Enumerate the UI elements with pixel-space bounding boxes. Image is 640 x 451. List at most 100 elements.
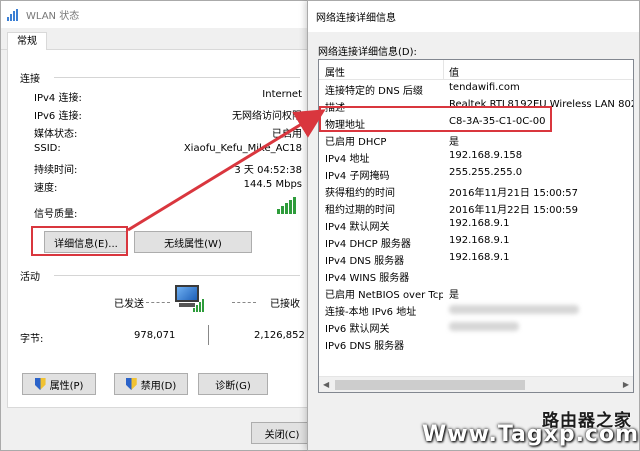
property-cell: IPv6 默认网关 xyxy=(325,324,390,335)
value-cell: 是 xyxy=(449,290,459,301)
row-label: 速度: xyxy=(34,183,58,194)
network-details-window: 网络连接详细信息 网络连接详细信息(D): 属性 值 连接特定的 DNS 后缀 … xyxy=(307,0,640,451)
row-value: 已启用 xyxy=(272,129,302,140)
shield-icon xyxy=(125,378,137,390)
row-speed: 速度: 144.5 Mbps xyxy=(34,179,302,195)
disable-button[interactable]: 禁用(D) xyxy=(114,373,188,395)
value-cell: 192.168.9.158 xyxy=(449,150,523,161)
row-media-state: 媒体状态: 已启用 xyxy=(34,125,302,141)
details-window-title: 网络连接详细信息 xyxy=(316,13,396,24)
wifi-icon xyxy=(7,8,21,21)
scrollbar-thumb[interactable] xyxy=(335,380,525,390)
sent-label: 已发送 xyxy=(114,299,144,310)
property-cell: IPv6 DNS 服务器 xyxy=(325,341,405,352)
divider xyxy=(208,325,209,345)
signal-strength-icon xyxy=(277,197,296,214)
value-cell: 255.255.255.0 xyxy=(449,167,523,178)
list-item[interactable]: 已启用 NetBIOS over Tcpip 是 xyxy=(319,284,633,301)
connection-group-label: 连接 xyxy=(20,74,40,85)
value-cell: 2016年11月21日 15:00:57 xyxy=(449,188,578,199)
list-item[interactable]: 已启用 DHCP 是 xyxy=(319,131,633,148)
value-cell: 192.168.9.1 xyxy=(449,218,510,229)
property-cell: 获得租约的时间 xyxy=(325,188,395,199)
dash-line xyxy=(146,302,170,303)
signal-label: 信号质量: xyxy=(34,209,78,220)
close-button[interactable]: 关闭(C) xyxy=(251,422,313,444)
column-header-property[interactable]: 属性 xyxy=(325,64,345,79)
scroll-right-arrow-icon[interactable]: ▶ xyxy=(623,380,629,389)
divider xyxy=(54,275,300,276)
wireless-properties-label: 无线属性(W) xyxy=(164,238,222,250)
row-label: SSID: xyxy=(34,143,61,154)
tab-strip: 常规 xyxy=(1,28,317,51)
property-cell: 已启用 DHCP xyxy=(325,137,387,148)
property-cell: 租约过期的时间 xyxy=(325,205,395,216)
watermark-bottom: Www.Tagxp.com xyxy=(422,422,640,447)
tab-general[interactable]: 常规 xyxy=(7,32,47,51)
property-cell: IPv4 地址 xyxy=(325,154,370,165)
horizontal-scrollbar[interactable]: ◀ ▶ xyxy=(319,376,633,392)
row-value: 3 天 04:52:38 xyxy=(234,165,302,176)
watermark: 路由器之家 Www.Tagxp.com xyxy=(418,406,640,448)
row-ipv6-connectivity: IPv6 连接: 无网络访问权限 xyxy=(34,107,302,123)
list-item[interactable]: 连接-本地 IPv6 地址 xyxy=(319,301,633,318)
divider xyxy=(54,77,300,78)
column-header-value[interactable]: 值 xyxy=(449,64,459,79)
row-ipv4-connectivity: IPv4 连接: Internet xyxy=(34,89,302,105)
property-cell: IPv4 默认网关 xyxy=(325,222,390,233)
property-cell: IPv4 DNS 服务器 xyxy=(325,256,405,267)
row-label: IPv6 连接: xyxy=(34,111,82,122)
list-item[interactable]: IPv4 DNS 服务器 192.168.9.1 xyxy=(319,250,633,267)
value-cell: 2016年11月22日 15:00:59 xyxy=(449,205,578,216)
bytes-label: 字节: xyxy=(20,334,44,345)
dash-line xyxy=(232,302,256,303)
scroll-left-arrow-icon[interactable]: ◀ xyxy=(323,380,329,389)
list-item[interactable]: 租约过期的时间 2016年11月22日 15:00:59 xyxy=(319,199,633,216)
property-cell: 连接特定的 DNS 后缀 xyxy=(325,86,423,97)
details-list-label: 网络连接详细信息(D): xyxy=(318,47,417,58)
disable-button-label: 禁用(D) xyxy=(140,380,177,392)
properties-button[interactable]: 属性(P) xyxy=(22,373,96,395)
property-cell: 连接-本地 IPv6 地址 xyxy=(325,307,417,318)
list-item[interactable]: 连接特定的 DNS 后缀 tendawifi.com xyxy=(319,80,633,97)
property-cell: IPv4 DHCP 服务器 xyxy=(325,239,411,250)
list-item[interactable]: IPv6 默认网关 xyxy=(319,318,633,335)
bytes-received: 2,126,852 xyxy=(254,330,305,341)
row-value: 144.5 Mbps xyxy=(243,179,302,190)
redacted-value xyxy=(449,322,519,331)
list-item[interactable]: IPv4 WINS 服务器 xyxy=(319,267,633,284)
row-label: 媒体状态: xyxy=(34,129,78,140)
value-cell: 是 xyxy=(449,137,459,148)
received-label: 已接收 xyxy=(270,299,300,310)
highlight-box-physical-address xyxy=(319,106,552,132)
status-titlebar: WLAN 状态 xyxy=(1,1,317,28)
row-ssid: SSID: Xiaofu_Kefu_Mike_AC18 xyxy=(34,143,302,159)
list-item[interactable]: IPv4 子网掩码 255.255.255.0 xyxy=(319,165,633,182)
value-cell: 192.168.9.1 xyxy=(449,235,510,246)
list-item[interactable]: 获得租约的时间 2016年11月21日 15:00:57 xyxy=(319,182,633,199)
diagnose-button-label: 诊断(G) xyxy=(215,380,251,392)
status-window-title: WLAN 状态 xyxy=(26,11,80,22)
row-duration: 持续时间: 3 天 04:52:38 xyxy=(34,161,302,177)
properties-button-label: 属性(P) xyxy=(49,380,84,392)
wireless-properties-button[interactable]: 无线属性(W) xyxy=(134,231,252,253)
list-header: 属性 值 xyxy=(319,60,633,80)
row-value: 无网络访问权限 xyxy=(232,111,302,122)
list-item[interactable]: IPv4 DHCP 服务器 192.168.9.1 xyxy=(319,233,633,250)
details-titlebar: 网络连接详细信息 xyxy=(308,1,639,32)
close-button-label: 关闭(C) xyxy=(264,429,300,441)
row-label: 持续时间: xyxy=(34,165,78,176)
list-item[interactable]: IPv6 DNS 服务器 xyxy=(319,335,633,352)
highlight-box-details xyxy=(31,226,128,256)
redacted-value xyxy=(449,305,579,314)
activity-group-label: 活动 xyxy=(20,272,40,283)
value-cell: 192.168.9.1 xyxy=(449,252,510,263)
diagnose-button[interactable]: 诊断(G) xyxy=(198,373,268,395)
network-computer-icon xyxy=(173,285,204,317)
row-label: IPv4 连接: xyxy=(34,93,82,104)
value-cell: tendawifi.com xyxy=(449,82,520,93)
list-item[interactable]: IPv4 默认网关 192.168.9.1 xyxy=(319,216,633,233)
list-item[interactable]: IPv4 地址 192.168.9.158 xyxy=(319,148,633,165)
property-cell: 已启用 NetBIOS over Tcpip xyxy=(325,290,443,301)
row-value: Internet xyxy=(262,89,302,100)
